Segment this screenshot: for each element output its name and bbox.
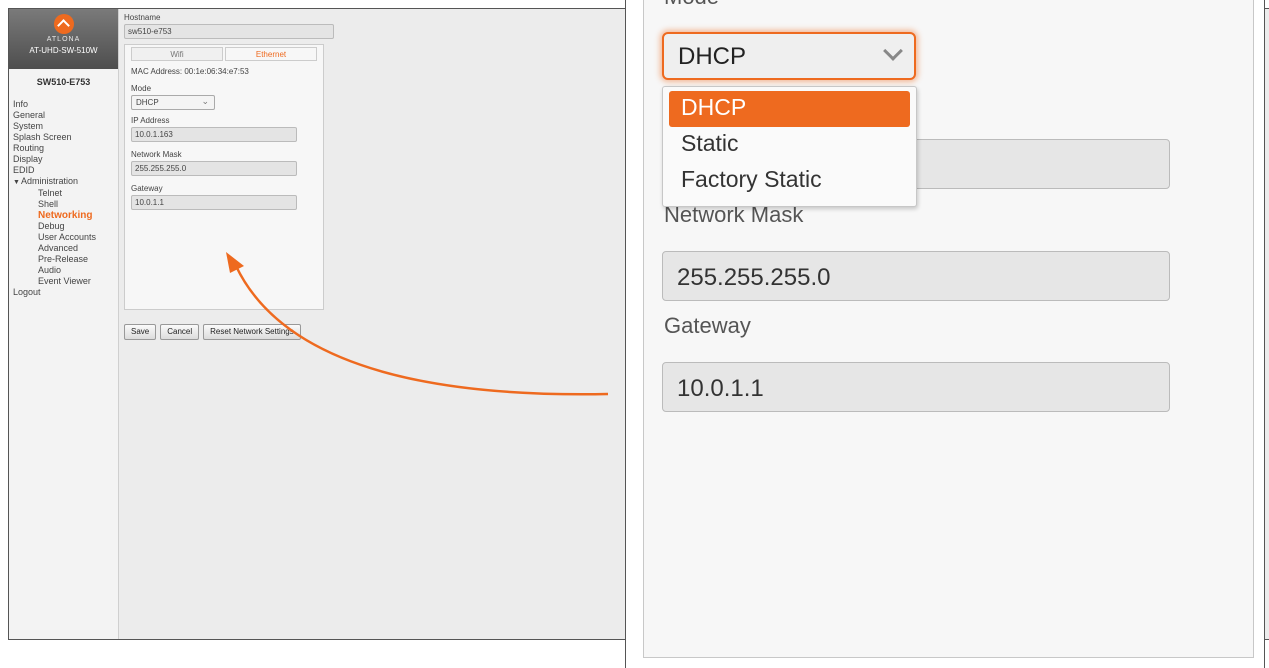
mode-select[interactable]: DHCP ⌄ [131, 95, 215, 110]
sidebar-item-logout[interactable]: Logout [13, 287, 118, 298]
sidebar-item-shell[interactable]: Shell [13, 199, 118, 210]
brand-model: AT-UHD-SW-510W [29, 46, 98, 55]
network-mask-input[interactable]: 255.255.255.0 [131, 161, 297, 176]
mac-address: MAC Address: 00:1e:06:34:e7:53 [131, 67, 249, 76]
reset-network-settings-button[interactable]: Reset Network Settings [203, 324, 301, 340]
sidebar-item-general[interactable]: General [13, 110, 118, 121]
sidebar-item-splash-screen[interactable]: Splash Screen [13, 132, 118, 143]
network-tabs-panel: Wifi Ethernet MAC Address: 00:1e:06:34:e… [124, 44, 324, 310]
zoom-mode-select-value: DHCP [678, 43, 747, 70]
zoom-network-mask-input[interactable]: 255.255.255.0 [662, 251, 1170, 301]
network-tabs: Wifi Ethernet [125, 45, 323, 61]
zoom-gateway-label: Gateway [664, 313, 751, 338]
zoomed-inset: Mode DHCP DHCP Static Factory Static Net… [625, 0, 1265, 668]
network-mask-label: Network Mask [131, 150, 182, 159]
sidebar-item-info[interactable]: Info [13, 99, 118, 110]
caret-down-icon: ▼ [13, 179, 20, 186]
chevron-down-icon [883, 41, 903, 61]
ip-address-input[interactable]: 10.0.1.163 [131, 127, 297, 142]
sidebar-item-label: Administration [21, 176, 79, 186]
mode-select-value: DHCP [136, 98, 159, 107]
sidebar-item-debug[interactable]: Debug [13, 221, 118, 232]
mode-option-factory-static[interactable]: Factory Static [669, 163, 910, 199]
cancel-button[interactable]: Cancel [160, 324, 200, 340]
device-name: SW510-E753 [36, 77, 91, 87]
sidebar-item-user-accounts[interactable]: User Accounts [13, 232, 118, 243]
zoom-mode-select[interactable]: DHCP [662, 32, 916, 80]
brand-name: ATLONA [46, 36, 81, 43]
sidebar-item-routing[interactable]: Routing [13, 143, 118, 154]
chevron-down-icon: ⌄ [201, 96, 209, 106]
gateway-label: Gateway [131, 184, 163, 193]
mode-option-static[interactable]: Static [669, 127, 910, 163]
mode-dropdown-menu: DHCP Static Factory Static [662, 86, 917, 207]
hostname-label: Hostname [124, 13, 161, 22]
zoom-gateway-input[interactable]: 10.0.1.1 [662, 362, 1170, 412]
tab-wifi[interactable]: Wifi [131, 47, 223, 61]
sidebar-item-networking[interactable]: Networking [13, 210, 118, 221]
ip-address-label: IP Address [131, 116, 170, 125]
zoom-mode-label: Mode [664, 0, 719, 10]
sidebar: ATLONA AT-UHD-SW-510W SW510-E753 Info Ge… [9, 9, 119, 639]
network-form: Hostname sw510-e753 Wifi Ethernet MAC Ad… [124, 13, 334, 310]
sidebar-item-telnet[interactable]: Telnet [13, 188, 118, 199]
mode-label: Mode [131, 84, 152, 93]
tab-ethernet[interactable]: Ethernet [225, 47, 317, 61]
mode-option-dhcp[interactable]: DHCP [669, 91, 910, 127]
sidebar-item-advanced[interactable]: Advanced [13, 243, 118, 254]
sidebar-item-event-viewer[interactable]: Event Viewer [13, 276, 118, 287]
sidebar-item-administration[interactable]: ▼Administration [13, 176, 118, 188]
sidebar-item-audio[interactable]: Audio [13, 265, 118, 276]
sidebar-item-edid[interactable]: EDID [13, 165, 118, 176]
sidebar-nav: Info General System Splash Screen Routin… [9, 99, 118, 298]
sidebar-item-system[interactable]: System [13, 121, 118, 132]
brand-header: ATLONA AT-UHD-SW-510W [9, 9, 118, 69]
sidebar-item-pre-release[interactable]: Pre-Release [13, 254, 118, 265]
zoomed-panel: Mode DHCP DHCP Static Factory Static Net… [643, 0, 1254, 658]
sidebar-item-display[interactable]: Display [13, 154, 118, 165]
atlona-logo-icon [53, 14, 74, 34]
gateway-input[interactable]: 10.0.1.1 [131, 195, 297, 210]
hostname-input[interactable]: sw510-e753 [124, 24, 334, 39]
save-button[interactable]: Save [124, 324, 157, 340]
form-buttons: Save Cancel Reset Network Settings [124, 324, 301, 340]
ethernet-panel: MAC Address: 00:1e:06:34:e7:53 Mode DHCP… [125, 61, 323, 210]
